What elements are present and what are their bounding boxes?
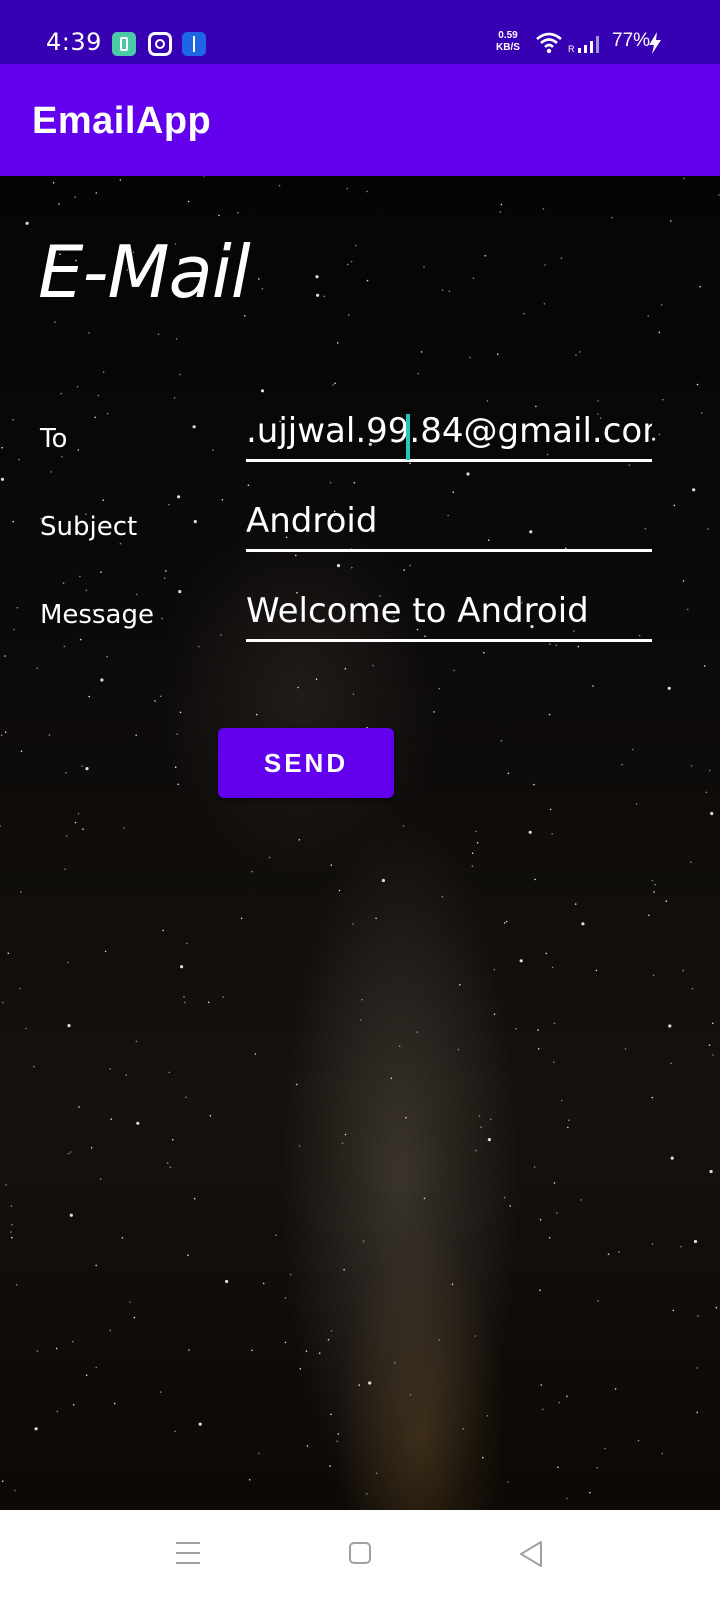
email-form: E-Mail To .ujjwal.99.84@gmail.com Subjec…: [0, 176, 720, 1510]
network-speed: 0.59 KB/S: [494, 30, 522, 54]
text-cursor: [406, 414, 410, 460]
navigation-bar: [0, 1510, 720, 1600]
app-icon: [112, 32, 136, 56]
status-time: 4:39: [46, 28, 102, 56]
network-speed-unit: KB/S: [496, 42, 520, 53]
app-bar: EmailApp: [0, 64, 720, 176]
svg-text:R: R: [568, 44, 575, 54]
to-input[interactable]: .ujjwal.99.84@gmail.com: [246, 406, 652, 462]
network-speed-value: 0.59: [498, 30, 518, 41]
page-heading: E-Mail: [38, 230, 251, 314]
screen: 4:39 0.59 KB/S R 77% EmailApp E-Mail To …: [0, 0, 720, 1600]
send-button[interactable]: SEND: [218, 728, 394, 798]
to-label: To: [40, 424, 68, 454]
usb-icon: [182, 32, 206, 56]
signal-icon: R: [568, 36, 599, 54]
back-icon[interactable]: [518, 1540, 544, 1568]
wifi-icon: [536, 32, 562, 54]
recent-apps-icon[interactable]: [176, 1542, 200, 1564]
subject-label: Subject: [40, 512, 138, 542]
starfield-background: [0, 176, 720, 1500]
battery-level: 77%: [612, 30, 651, 51]
message-input[interactable]: Welcome to Android: [246, 586, 652, 642]
subject-input[interactable]: Android: [246, 496, 652, 552]
message-label: Message: [40, 600, 154, 630]
charging-icon: [649, 32, 661, 54]
app-title: EmailApp: [32, 100, 212, 142]
home-icon[interactable]: [349, 1542, 371, 1564]
instagram-icon: [148, 32, 172, 56]
status-bar: 4:39 0.59 KB/S R 77%: [0, 0, 720, 64]
